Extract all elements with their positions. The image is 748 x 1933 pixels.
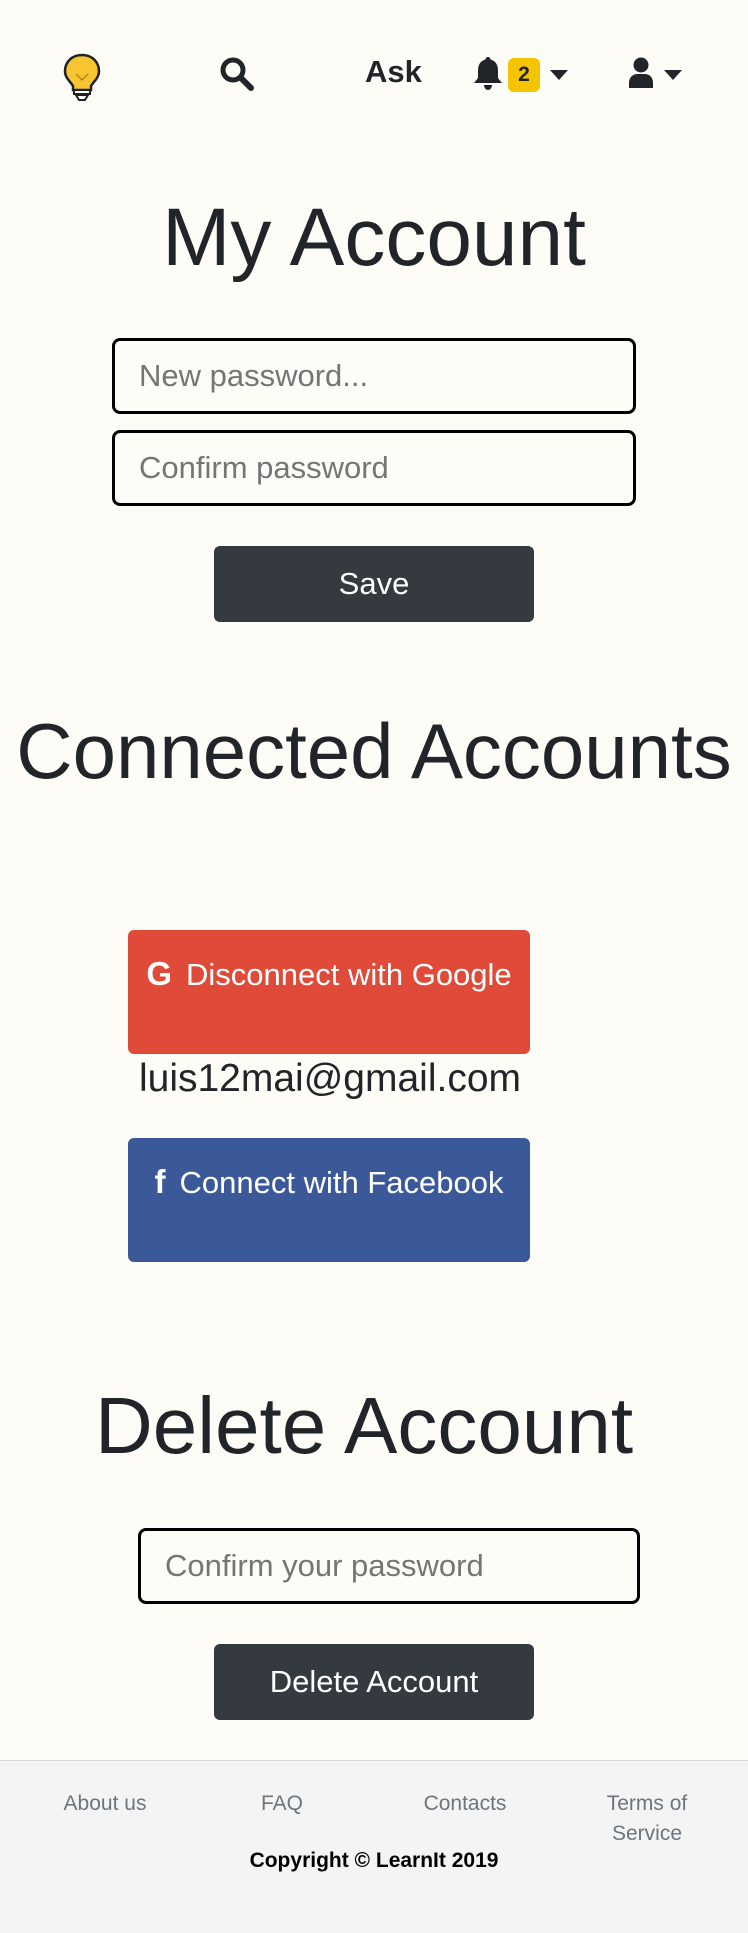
disconnect-google-label: Disconnect with Google: [186, 957, 512, 992]
navbar: Ask 2: [0, 0, 748, 150]
lightbulb-icon[interactable]: [62, 52, 102, 102]
chevron-down-icon: [664, 70, 682, 80]
save-button[interactable]: Save: [214, 546, 534, 622]
bell-icon: [472, 55, 504, 96]
facebook-icon: f: [154, 1163, 166, 1200]
search-icon[interactable]: [219, 56, 255, 92]
footer-link-contacts[interactable]: Contacts: [414, 1789, 516, 1819]
chevron-down-icon: [550, 70, 568, 80]
footer: About us FAQ Contacts Terms of Service C…: [0, 1760, 748, 1933]
ask-link[interactable]: Ask: [365, 54, 422, 90]
footer-link-terms[interactable]: Terms of Service: [590, 1789, 704, 1849]
new-password-field[interactable]: [112, 338, 636, 414]
user-dropdown[interactable]: [628, 57, 682, 94]
delete-confirm-password-field[interactable]: [138, 1528, 640, 1604]
disconnect-google-button[interactable]: G Disconnect with Google: [128, 930, 530, 1054]
page-title: My Account: [162, 192, 586, 283]
footer-link-faq[interactable]: FAQ: [252, 1789, 312, 1819]
user-icon: [628, 57, 654, 94]
connect-facebook-button[interactable]: f Connect with Facebook: [128, 1138, 530, 1262]
delete-account-title: Delete Account: [94, 1381, 634, 1470]
notification-badge: 2: [508, 58, 540, 92]
copyright: Copyright © LearnIt 2019: [249, 1849, 499, 1872]
notifications-dropdown[interactable]: 2: [472, 55, 568, 95]
delete-account-button[interactable]: Delete Account: [214, 1644, 534, 1720]
confirm-password-field[interactable]: [112, 430, 636, 506]
connected-accounts-title: Connected Accounts: [16, 707, 732, 795]
google-icon: G: [146, 955, 172, 992]
connected-email: luis12mai@gmail.com: [138, 1057, 522, 1100]
connect-facebook-label: Connect with Facebook: [179, 1165, 504, 1200]
footer-link-about[interactable]: About us: [50, 1789, 160, 1819]
